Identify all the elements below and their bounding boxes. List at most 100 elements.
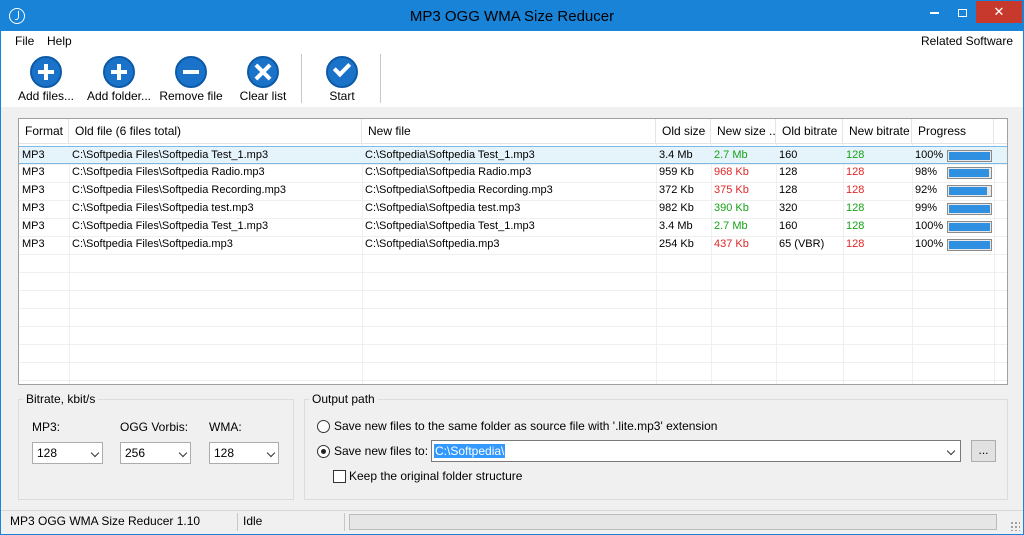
table-header: Format Old file (6 files total) New file… (19, 119, 1007, 144)
menu-related-software[interactable]: Related Software (921, 34, 1013, 48)
cell-old-bitrate: 320 (776, 200, 843, 218)
table-row[interactable]: MP3 C:\Softpedia Files\Softpedia Test_1.m… (19, 146, 1007, 164)
grid-line (19, 380, 1007, 381)
cell-old-size: 372 Kb (656, 182, 711, 200)
start-button[interactable]: Start (317, 52, 367, 107)
menu-help[interactable]: Help (47, 34, 72, 48)
cell-old-size-text: 372 Kb (659, 184, 694, 196)
add-folder-button[interactable]: Add folder... (84, 52, 154, 107)
grid-line (19, 326, 1007, 327)
cell-new-file: C:\Softpedia\Softpedia Radio.mp3 (362, 164, 656, 182)
chevron-down-icon (946, 446, 956, 456)
cell-progress-text: 100% (915, 149, 944, 161)
cell-old-file-text: C:\Softpedia Files\Softpedia Test_1.mp3 (72, 220, 269, 232)
close-button[interactable]: ✕ (976, 1, 1022, 23)
cell-old-size: 959 Kb (656, 164, 711, 182)
cell-old-bitrate: 160 (776, 147, 843, 165)
keep-structure-label[interactable]: Keep the original folder structure (349, 469, 522, 483)
col-old-file[interactable]: Old file (6 files total) (69, 119, 362, 144)
cell-old-file: C:\Softpedia Files\Softpedia Test_1.mp3 (69, 147, 362, 165)
table-row[interactable]: MP3 C:\Softpedia Files\Softpedia Recordin… (19, 182, 1007, 200)
output-path-input[interactable]: C:\Softpedia\ (431, 440, 961, 462)
path-dropdown[interactable] (944, 441, 958, 461)
maximize-button[interactable] (948, 1, 976, 23)
col-format[interactable]: Format (19, 119, 69, 144)
menu-file[interactable]: File (15, 34, 34, 48)
col-old-bitrate[interactable]: Old bitrate (776, 119, 843, 144)
output-path-value: C:\Softpedia\ (434, 444, 506, 458)
cell-new-size: 437 Kb (711, 236, 776, 254)
table-row[interactable]: MP3 C:\Softpedia Files\Softpedia Radio.mp… (19, 164, 1007, 182)
cell-progress: 99% (912, 200, 994, 218)
mp3-bitrate-value: 128 (37, 446, 58, 460)
cell-new-size: 390 Kb (711, 200, 776, 218)
file-table[interactable]: Format Old file (6 files total) New file… (18, 118, 1008, 385)
grid-line (19, 362, 1007, 363)
chevron-down-icon (178, 448, 188, 458)
cell-old-file-text: C:\Softpedia Files\Softpedia Radio.mp3 (72, 166, 265, 178)
cell-new-size-text: 2.7 Mb (714, 149, 748, 161)
status-app-version: MP3 OGG WMA Size Reducer 1.10 (10, 514, 201, 528)
table-row[interactable]: MP3 C:\Softpedia Files\Softpedia Test_1.m… (19, 218, 1007, 236)
chevron-down-icon (266, 448, 276, 458)
plus-circle-icon (30, 56, 62, 88)
cell-old-size-text: 254 Kb (659, 238, 694, 250)
cell-old-bitrate-text: 65 (VBR) (779, 238, 825, 250)
col-new-size[interactable]: New size ... (711, 119, 776, 144)
cell-format: MP3 (19, 182, 69, 200)
grid-line (19, 290, 1007, 291)
minus-circle-icon (175, 56, 207, 88)
cell-new-file-text: C:\Softpedia\Softpedia Test_1.mp3 (365, 149, 535, 161)
wma-bitrate-select[interactable]: 128 (209, 442, 279, 464)
row-progress-fill (949, 169, 990, 177)
remove-file-button[interactable]: Remove file (157, 52, 225, 107)
add-files-button[interactable]: Add files... (14, 52, 78, 107)
row-progress-bar (947, 203, 992, 215)
cell-new-bitrate: 128 (843, 200, 912, 218)
col-progress[interactable]: Progress (912, 119, 994, 144)
status-separator (344, 513, 345, 531)
same-folder-radio[interactable] (317, 420, 330, 433)
cell-new-size-text: 375 Kb (714, 184, 749, 196)
cell-new-bitrate: 128 (843, 147, 912, 165)
keep-structure-checkbox[interactable] (333, 470, 346, 483)
cell-old-bitrate-text: 320 (779, 202, 798, 214)
col-old-size[interactable]: Old size (656, 119, 711, 144)
same-folder-label[interactable]: Save new files to the same folder as sou… (334, 419, 717, 433)
cell-new-file: C:\Softpedia\Softpedia.mp3 (362, 236, 656, 254)
custom-folder-radio[interactable] (317, 445, 330, 458)
cell-format: MP3 (19, 218, 69, 236)
status-state: Idle (243, 514, 263, 528)
custom-folder-label[interactable]: Save new files to: (334, 444, 428, 458)
bitrate-group-title: Bitrate, kbit/s (23, 392, 99, 406)
cell-progress: 100% (912, 147, 994, 165)
ogg-bitrate-select[interactable]: 256 (120, 442, 191, 464)
clear-list-button[interactable]: Clear list (235, 52, 291, 107)
start-label: Start (329, 89, 355, 103)
toolbar-separator (380, 54, 381, 103)
output-group-title: Output path (309, 392, 378, 406)
col-new-file[interactable]: New file (362, 119, 656, 144)
cell-new-bitrate: 128 (843, 218, 912, 236)
row-progress-bar (947, 167, 992, 179)
browse-button[interactable]: ... (971, 440, 996, 462)
cell-new-size-text: 437 Kb (714, 238, 749, 250)
maximize-icon (957, 8, 967, 17)
cell-new-bitrate-text: 128 (846, 184, 865, 196)
resize-grip-icon[interactable] (1010, 521, 1020, 531)
x-circle-icon (247, 56, 279, 88)
status-progress-bar (349, 514, 997, 530)
mp3-bitrate-select[interactable]: 128 (32, 442, 103, 464)
row-progress-fill (949, 205, 990, 213)
cell-format-text: MP3 (22, 238, 45, 250)
cell-old-size-text: 982 Kb (659, 202, 694, 214)
minimize-button[interactable] (920, 1, 948, 23)
row-progress-bar (947, 239, 992, 251)
cell-format: MP3 (19, 164, 69, 182)
table-row[interactable]: MP3 C:\Softpedia Files\Softpedia.mp3 C:\So… (19, 236, 1007, 254)
cell-old-bitrate: 65 (VBR) (776, 236, 843, 254)
remove-file-label: Remove file (159, 89, 223, 103)
col-new-bitrate[interactable]: New bitrate (843, 119, 912, 144)
table-row[interactable]: MP3 C:\Softpedia Files\Softpedia test.mp3… (19, 200, 1007, 218)
cell-new-size: 375 Kb (711, 182, 776, 200)
